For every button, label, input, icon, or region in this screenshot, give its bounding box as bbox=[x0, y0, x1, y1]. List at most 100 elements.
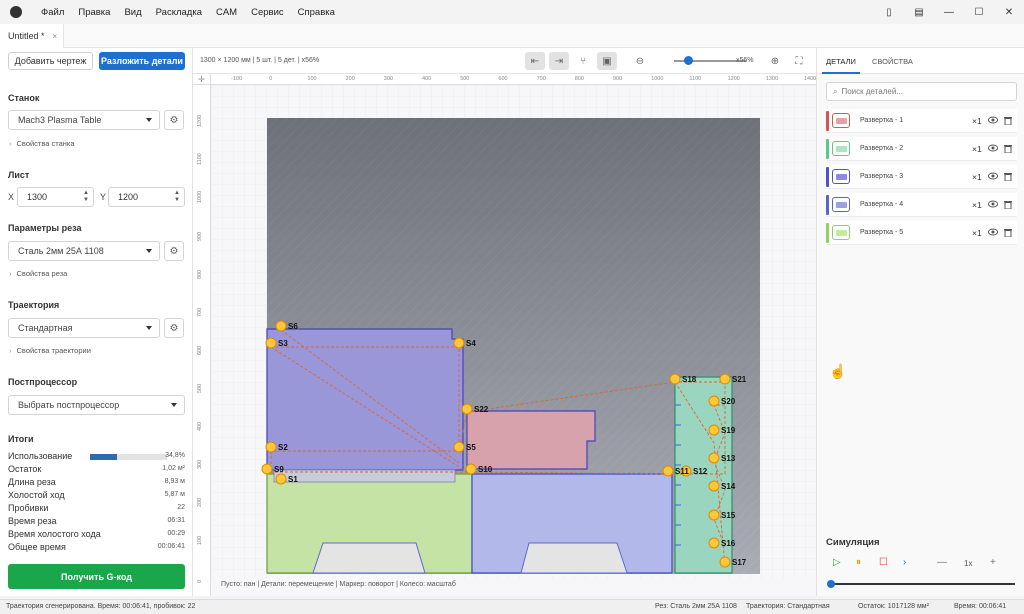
usage-bar-fill bbox=[90, 454, 117, 460]
parts-search-input[interactable]: ⌕ Поиск деталей... bbox=[826, 82, 1017, 101]
pierce-marker-s4[interactable] bbox=[453, 337, 465, 349]
machine-select[interactable]: Mach3 Plasma Table bbox=[8, 110, 160, 130]
pierce-marker-s21[interactable] bbox=[719, 373, 731, 385]
ruler-x-tick: 400 bbox=[422, 76, 432, 82]
tab-properties[interactable]: СВОЙСТВА bbox=[872, 57, 913, 66]
cut-params-select[interactable]: Сталь 2мм 25А 1108 bbox=[8, 241, 160, 261]
menu-file[interactable]: Файл bbox=[34, 7, 71, 18]
sheet-y-input[interactable]: 1200 ▲ ▼ bbox=[108, 187, 185, 207]
pierce-marker-s11[interactable] bbox=[662, 465, 674, 477]
eye-icon[interactable] bbox=[988, 116, 998, 124]
trajectory-props-link[interactable]: › Свойства траектории bbox=[9, 346, 91, 355]
zoom-out-icon[interactable]: ⊖ bbox=[630, 52, 650, 70]
nesting-canvas[interactable]: S1 S2 S3 S4 S5 S6 S9 S10 S11 S12 S13 S14 S15 S16 S17 S1… bbox=[211, 85, 816, 579]
stop-icon[interactable]: ☐ bbox=[879, 557, 888, 568]
pause-icon[interactable]: ⏸ bbox=[856, 557, 861, 568]
step-forward-icon[interactable]: › bbox=[903, 557, 906, 568]
pierce-marker-s3[interactable] bbox=[265, 337, 277, 349]
cut-props-link[interactable]: › Свойства реза bbox=[9, 269, 67, 278]
menu-tools[interactable]: Сервис bbox=[244, 7, 291, 18]
nest-parts-button[interactable]: Разложить детали bbox=[99, 52, 185, 70]
simulation-title: Симуляция bbox=[826, 537, 880, 548]
pierce-marker-s2[interactable] bbox=[265, 441, 277, 453]
close-window-button[interactable]: ✕ bbox=[994, 0, 1024, 24]
sheet-x-input[interactable]: 1300 ▲ ▼ bbox=[17, 187, 94, 207]
trash-icon[interactable] bbox=[1004, 200, 1012, 209]
pierce-marker-s17[interactable] bbox=[719, 556, 731, 568]
simulation-progress-slider[interactable] bbox=[827, 580, 1015, 588]
spinner-icon[interactable]: ▲ ▼ bbox=[174, 190, 180, 204]
trajectory-settings-gear-icon[interactable]: ⚙ bbox=[164, 318, 184, 338]
ruler-origin-icon: ✛ bbox=[193, 74, 211, 85]
pierce-marker-s5[interactable] bbox=[453, 441, 465, 453]
pierce-marker-s9[interactable] bbox=[261, 463, 273, 475]
part-quantity: ×1 bbox=[972, 200, 982, 210]
pierce-label-s1: S1 bbox=[288, 475, 298, 484]
eye-icon[interactable] bbox=[988, 172, 998, 180]
trajectory-select[interactable]: Стандартная bbox=[8, 318, 160, 338]
document-tab[interactable]: Untitled * × bbox=[0, 24, 64, 48]
trash-icon[interactable] bbox=[1004, 228, 1012, 237]
part-row[interactable]: Развертка - 4 ×1 bbox=[826, 193, 1017, 217]
menu-view[interactable]: Вид bbox=[117, 7, 148, 18]
pierce-marker-s19[interactable] bbox=[708, 424, 720, 436]
part-color-stripe bbox=[826, 111, 829, 131]
spinner-icon[interactable]: ▲ ▼ bbox=[83, 190, 89, 204]
fit-frame-icon[interactable]: ▣ bbox=[597, 52, 617, 70]
branch-icon[interactable]: ⑂ bbox=[573, 52, 593, 70]
part-row[interactable]: Развертка - 3 ×1 bbox=[826, 165, 1017, 189]
postprocessor-select[interactable]: Выбрать постпроцессор bbox=[8, 395, 185, 415]
eye-icon[interactable] bbox=[988, 228, 998, 236]
pierce-marker-s22[interactable] bbox=[461, 403, 473, 415]
pierce-marker-s6[interactable] bbox=[275, 320, 287, 332]
simulation-progress-knob[interactable] bbox=[827, 580, 835, 588]
part-row[interactable]: Развертка - 2 ×1 bbox=[826, 137, 1017, 161]
speed-down-icon[interactable]: — bbox=[937, 557, 947, 568]
panel-toggle-right-button[interactable]: ▤ bbox=[904, 0, 934, 24]
get-gcode-button[interactable]: Получить G-код bbox=[8, 564, 185, 589]
pierce-marker-s15[interactable] bbox=[708, 509, 720, 521]
align-right-icon[interactable]: ⇥ bbox=[549, 52, 569, 70]
menu-layout[interactable]: Раскладка bbox=[149, 7, 209, 18]
speed-up-icon[interactable]: + bbox=[990, 557, 996, 568]
pierce-marker-s16[interactable] bbox=[708, 537, 720, 549]
pierce-marker-s18[interactable] bbox=[669, 373, 681, 385]
trash-icon[interactable] bbox=[1004, 172, 1012, 181]
pierce-marker-s1[interactable] bbox=[275, 473, 287, 485]
pierce-marker-s14[interactable] bbox=[708, 480, 720, 492]
zoom-slider-knob[interactable] bbox=[684, 56, 694, 65]
menu-edit[interactable]: Правка bbox=[71, 7, 117, 18]
part-name: Развертка - 2 bbox=[860, 145, 904, 152]
part-row[interactable]: Развертка - 5 ×1 bbox=[826, 221, 1017, 245]
machine-settings-gear-icon[interactable]: ⚙ bbox=[164, 110, 184, 130]
pierce-marker-s20[interactable] bbox=[708, 395, 720, 407]
part-thumbnail bbox=[832, 141, 850, 156]
align-left-icon[interactable]: ⇤ bbox=[525, 52, 545, 70]
part-1-shape[interactable] bbox=[466, 410, 596, 470]
pierce-marker-s13[interactable] bbox=[708, 452, 720, 464]
close-tab-icon[interactable]: × bbox=[53, 32, 58, 41]
play-icon[interactable]: ▷ bbox=[833, 557, 841, 568]
machine-props-link[interactable]: › Свойства станка bbox=[9, 139, 75, 148]
cut-settings-gear-icon[interactable]: ⚙ bbox=[164, 241, 184, 261]
panel-toggle-left-button[interactable]: ▯ bbox=[874, 0, 904, 24]
part-3-shape[interactable] bbox=[266, 328, 464, 471]
eye-icon[interactable] bbox=[988, 144, 998, 152]
minimize-button[interactable]: — bbox=[934, 0, 964, 24]
fullscreen-icon[interactable]: ⛶ bbox=[789, 52, 809, 70]
eye-icon[interactable] bbox=[988, 200, 998, 208]
stat-idle-time: Время холостого хода 00:29 bbox=[8, 529, 185, 541]
tab-parts[interactable]: ДЕТАЛИ bbox=[826, 57, 856, 66]
trash-icon[interactable] bbox=[1004, 116, 1012, 125]
trash-icon[interactable] bbox=[1004, 144, 1012, 153]
zoom-in-icon[interactable]: ⊕ bbox=[765, 52, 785, 70]
menu-cam[interactable]: CAM bbox=[209, 7, 244, 18]
pierce-label-s2: S2 bbox=[278, 443, 288, 452]
search-icon: ⌕ bbox=[833, 86, 838, 96]
menu-help[interactable]: Справка bbox=[291, 7, 342, 18]
maximize-button[interactable]: ☐ bbox=[964, 0, 994, 24]
add-drawing-button[interactable]: Добавить чертеж bbox=[8, 52, 93, 70]
pierce-marker-s10[interactable] bbox=[465, 463, 477, 475]
ruler-x-tick: 1400 bbox=[804, 76, 817, 82]
part-row[interactable]: Развертка - 1 ×1 bbox=[826, 109, 1017, 133]
